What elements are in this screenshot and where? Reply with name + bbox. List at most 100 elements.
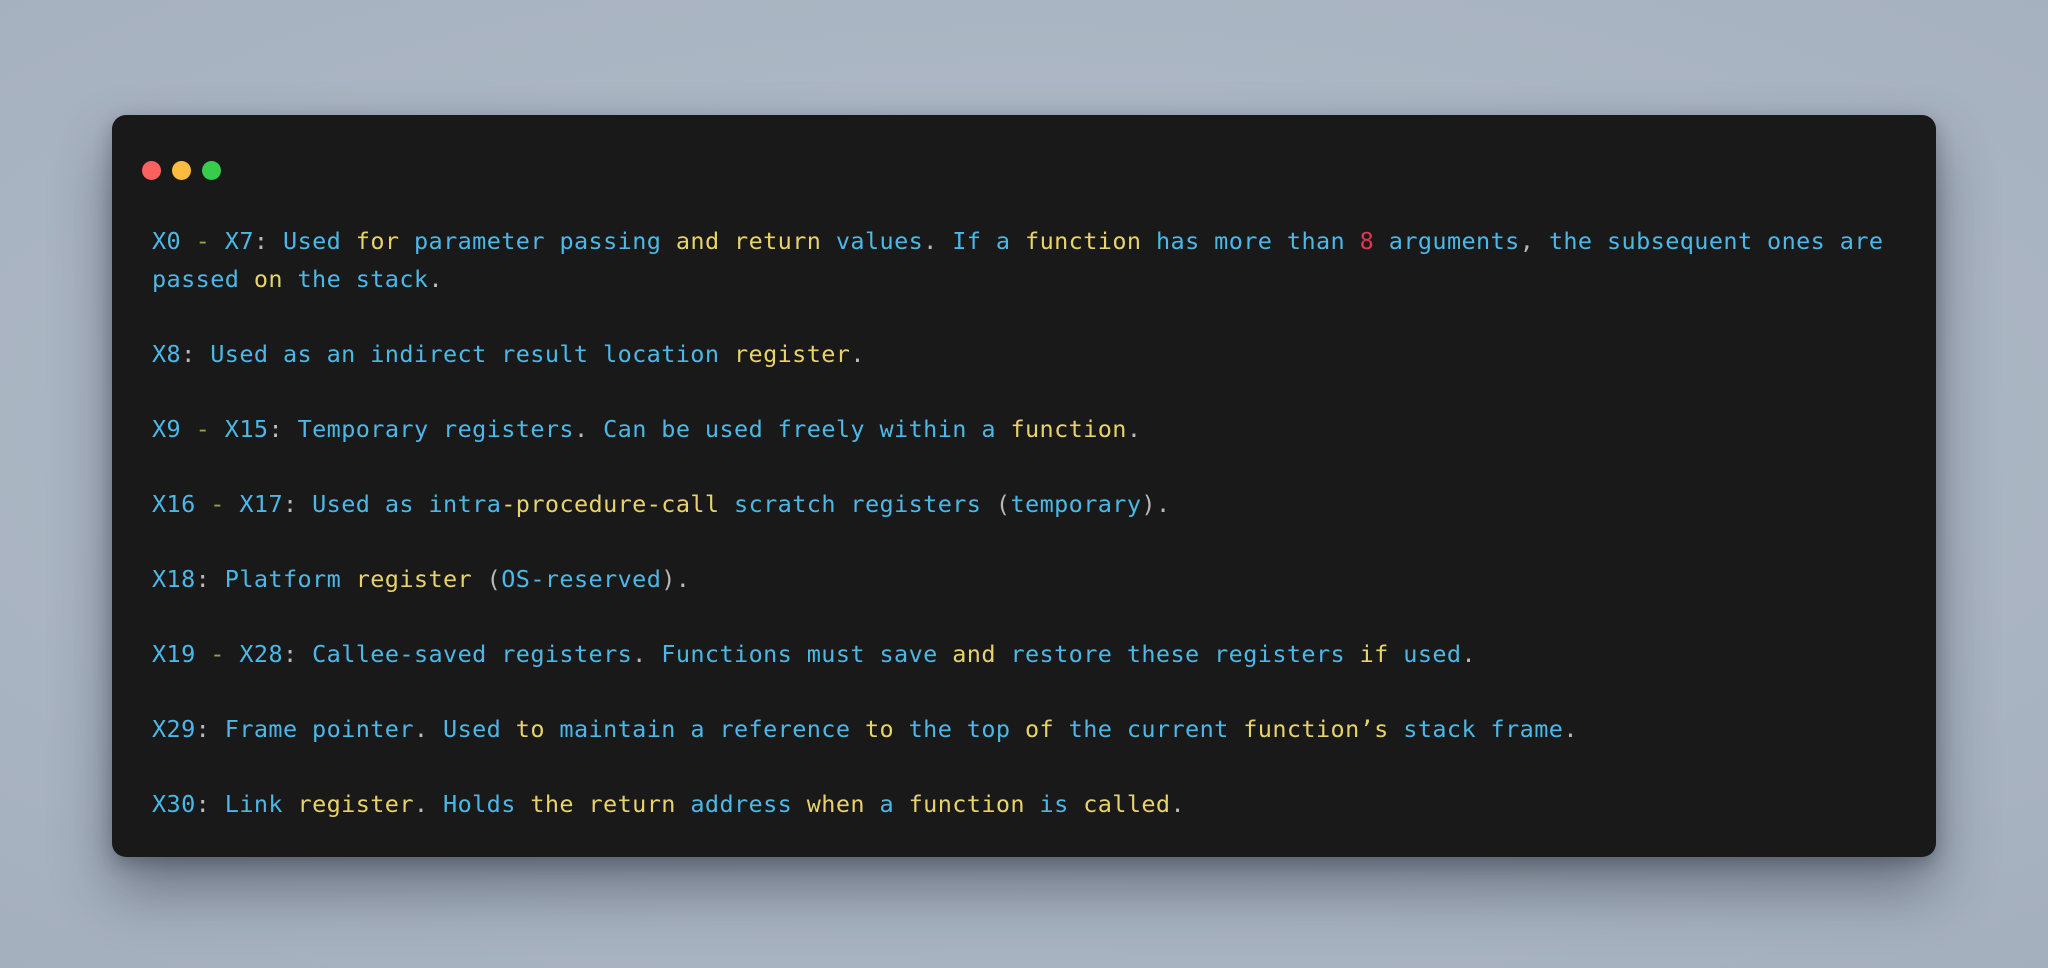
code-token: Frame pointer (210, 715, 414, 743)
code-token: X9 (152, 415, 182, 443)
code-token: . (573, 415, 604, 443)
code-token: restore these registers (995, 640, 1360, 668)
code-token: X30 (152, 790, 196, 818)
code-token: . (632, 640, 662, 668)
code-token: X17 (239, 490, 283, 518)
code-token: : (268, 415, 284, 443)
code-token: X15 (224, 415, 269, 443)
code-window: X0 - X7: Used for parameter passing and … (112, 115, 1936, 857)
code-token: Holds (443, 790, 531, 818)
code-token: . (428, 265, 443, 293)
code-token: the return (530, 790, 676, 818)
line-x19-x28: X19 - X28: Callee-saved registers. Funct… (152, 635, 1896, 673)
code-token: the current (1054, 715, 1244, 743)
code-token: , (1519, 227, 1549, 255)
code-token: of (1024, 715, 1055, 743)
code-token: ( (995, 490, 1011, 518)
line-x30: X30: Link register. Holds the return add… (152, 785, 1896, 823)
code-token: Used as intra (297, 490, 502, 518)
code-token: . (923, 227, 953, 255)
code-token: address (675, 790, 807, 818)
code-token: stack frame (1388, 715, 1564, 743)
code-token: . (413, 790, 444, 818)
code-token: and (952, 640, 996, 668)
code-token: - (195, 227, 211, 255)
code-token: X0 (152, 227, 182, 255)
window-titlebar (112, 145, 1936, 185)
code-token: a (864, 790, 909, 818)
code-token: Link (210, 790, 298, 818)
code-token: If a (952, 227, 1026, 255)
code-token: - (210, 490, 225, 518)
line-x16-x17: X16 - X17: Used as intra-procedure-call … (152, 485, 1896, 523)
code-token: temporary (1010, 490, 1142, 518)
code-token: register (355, 565, 473, 593)
code-token: Platform (210, 565, 356, 593)
code-token: function (1025, 227, 1142, 255)
code-token: X29 (152, 715, 196, 743)
code-token: maintain a reference (544, 715, 865, 743)
code-token: is (1024, 790, 1084, 818)
code-token: ). (1141, 490, 1171, 518)
code-token: - (210, 640, 225, 668)
code-token: Used (443, 715, 516, 743)
code-token: Temporary registers (283, 415, 574, 443)
code-token: X7 (224, 227, 254, 255)
code-token: OS-reserved (501, 565, 662, 593)
code-token: scratch registers (719, 490, 996, 518)
code-token: used (1388, 640, 1462, 668)
code-token: : (195, 790, 211, 818)
code-token: . (850, 340, 865, 368)
minimize-button-icon[interactable] (172, 160, 191, 180)
code-token: for (355, 227, 400, 255)
code-token: Callee-saved registers (297, 640, 633, 668)
code-token: ). (661, 565, 691, 593)
line-x8: X8: Used as an indirect result location … (152, 335, 1896, 373)
code-token: : (283, 640, 298, 668)
line-x29: X29: Frame pointer. Used to maintain a r… (152, 710, 1896, 748)
code-token: arguments (1374, 227, 1520, 255)
code-token: . (1170, 790, 1186, 818)
code-token: function (1010, 415, 1127, 443)
close-button-icon[interactable] (142, 160, 161, 180)
code-token: Can be used freely within a (603, 415, 1011, 443)
code-token: X19 (152, 640, 196, 668)
maximize-button-icon[interactable] (202, 160, 221, 180)
code-token: : (253, 227, 269, 255)
code-token: to (515, 715, 545, 743)
code-token: on (253, 265, 283, 293)
code-token: Functions must save (661, 640, 953, 668)
code-token: register (733, 340, 851, 368)
code-token: X16 (152, 490, 196, 518)
code-token: function’s (1243, 715, 1389, 743)
line-x0-x7: X0 - X7: Used for parameter passing and … (152, 222, 1896, 298)
code-token: called (1083, 790, 1171, 818)
code-token: -procedure-call (501, 490, 720, 518)
code-token: . (1126, 415, 1142, 443)
code-token: . (1563, 715, 1578, 743)
code-token: : (195, 565, 211, 593)
code-token: register (297, 790, 414, 818)
code-token: : (195, 715, 211, 743)
code-content[interactable]: X0 - X7: Used for parameter passing and … (112, 185, 1936, 823)
code-token: when (806, 790, 865, 818)
code-token: to (864, 715, 895, 743)
code-token: parameter passing (399, 227, 676, 255)
code-token: if (1359, 640, 1389, 668)
code-token: . (1461, 640, 1477, 668)
code-token: ( (486, 565, 502, 593)
